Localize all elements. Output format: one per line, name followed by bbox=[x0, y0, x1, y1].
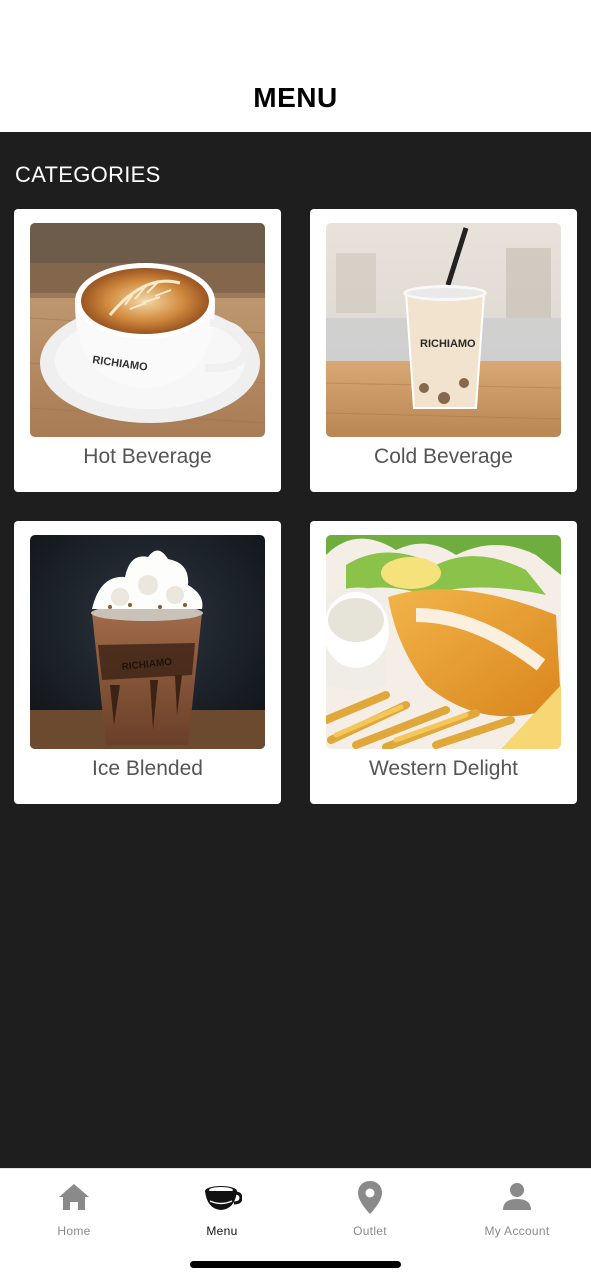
page-title: MENU bbox=[253, 82, 338, 113]
main-content[interactable]: CATEGORIES RICHIAMO Hot Beverage RICHIAM… bbox=[0, 132, 591, 1168]
category-card-western-delight[interactable]: Western Delight bbox=[310, 521, 577, 804]
nav-item-home[interactable]: Home bbox=[0, 1169, 148, 1249]
category-card-hot-beverage[interactable]: RICHIAMO Hot Beverage bbox=[14, 209, 281, 492]
iced-latte-cup-photo: RICHIAMO bbox=[326, 223, 561, 437]
category-label: Western Delight bbox=[368, 757, 518, 780]
section-title: CATEGORIES bbox=[15, 162, 161, 187]
nav-item-my-account[interactable]: My Account bbox=[443, 1169, 591, 1249]
header: MENU bbox=[0, 0, 591, 132]
category-label: Hot Beverage bbox=[83, 445, 212, 468]
app: MENU CATEGORIES RICHIAMO Hot Beverage RI… bbox=[0, 0, 591, 1280]
home-icon bbox=[54, 1179, 94, 1215]
chocolate-frappe-photo: RICHIAMO bbox=[30, 535, 265, 749]
category-label: Cold Beverage bbox=[374, 445, 513, 468]
location-pin-icon bbox=[350, 1179, 390, 1215]
fish-and-chips-photo bbox=[326, 535, 561, 749]
nav-item-outlet[interactable]: Outlet bbox=[296, 1169, 444, 1249]
nav-item-menu[interactable]: Menu bbox=[148, 1169, 296, 1249]
home-indicator[interactable] bbox=[190, 1261, 401, 1268]
svg-text:RICHIAMO: RICHIAMO bbox=[420, 338, 476, 350]
category-card-ice-blended[interactable]: RICHIAMO Ice Blended bbox=[14, 521, 281, 804]
nav-label: Home bbox=[57, 1224, 91, 1238]
coffee-cup-icon bbox=[202, 1179, 242, 1215]
person-icon bbox=[497, 1179, 537, 1215]
category-card-cold-beverage[interactable]: RICHIAMO Cold Beverage bbox=[310, 209, 577, 492]
nav-label: My Account bbox=[484, 1224, 550, 1238]
nav-label: Outlet bbox=[353, 1224, 387, 1238]
nav-label: Menu bbox=[206, 1224, 238, 1238]
category-label: Ice Blended bbox=[92, 757, 203, 780]
latte-art-cup-photo: RICHIAMO bbox=[30, 223, 265, 437]
